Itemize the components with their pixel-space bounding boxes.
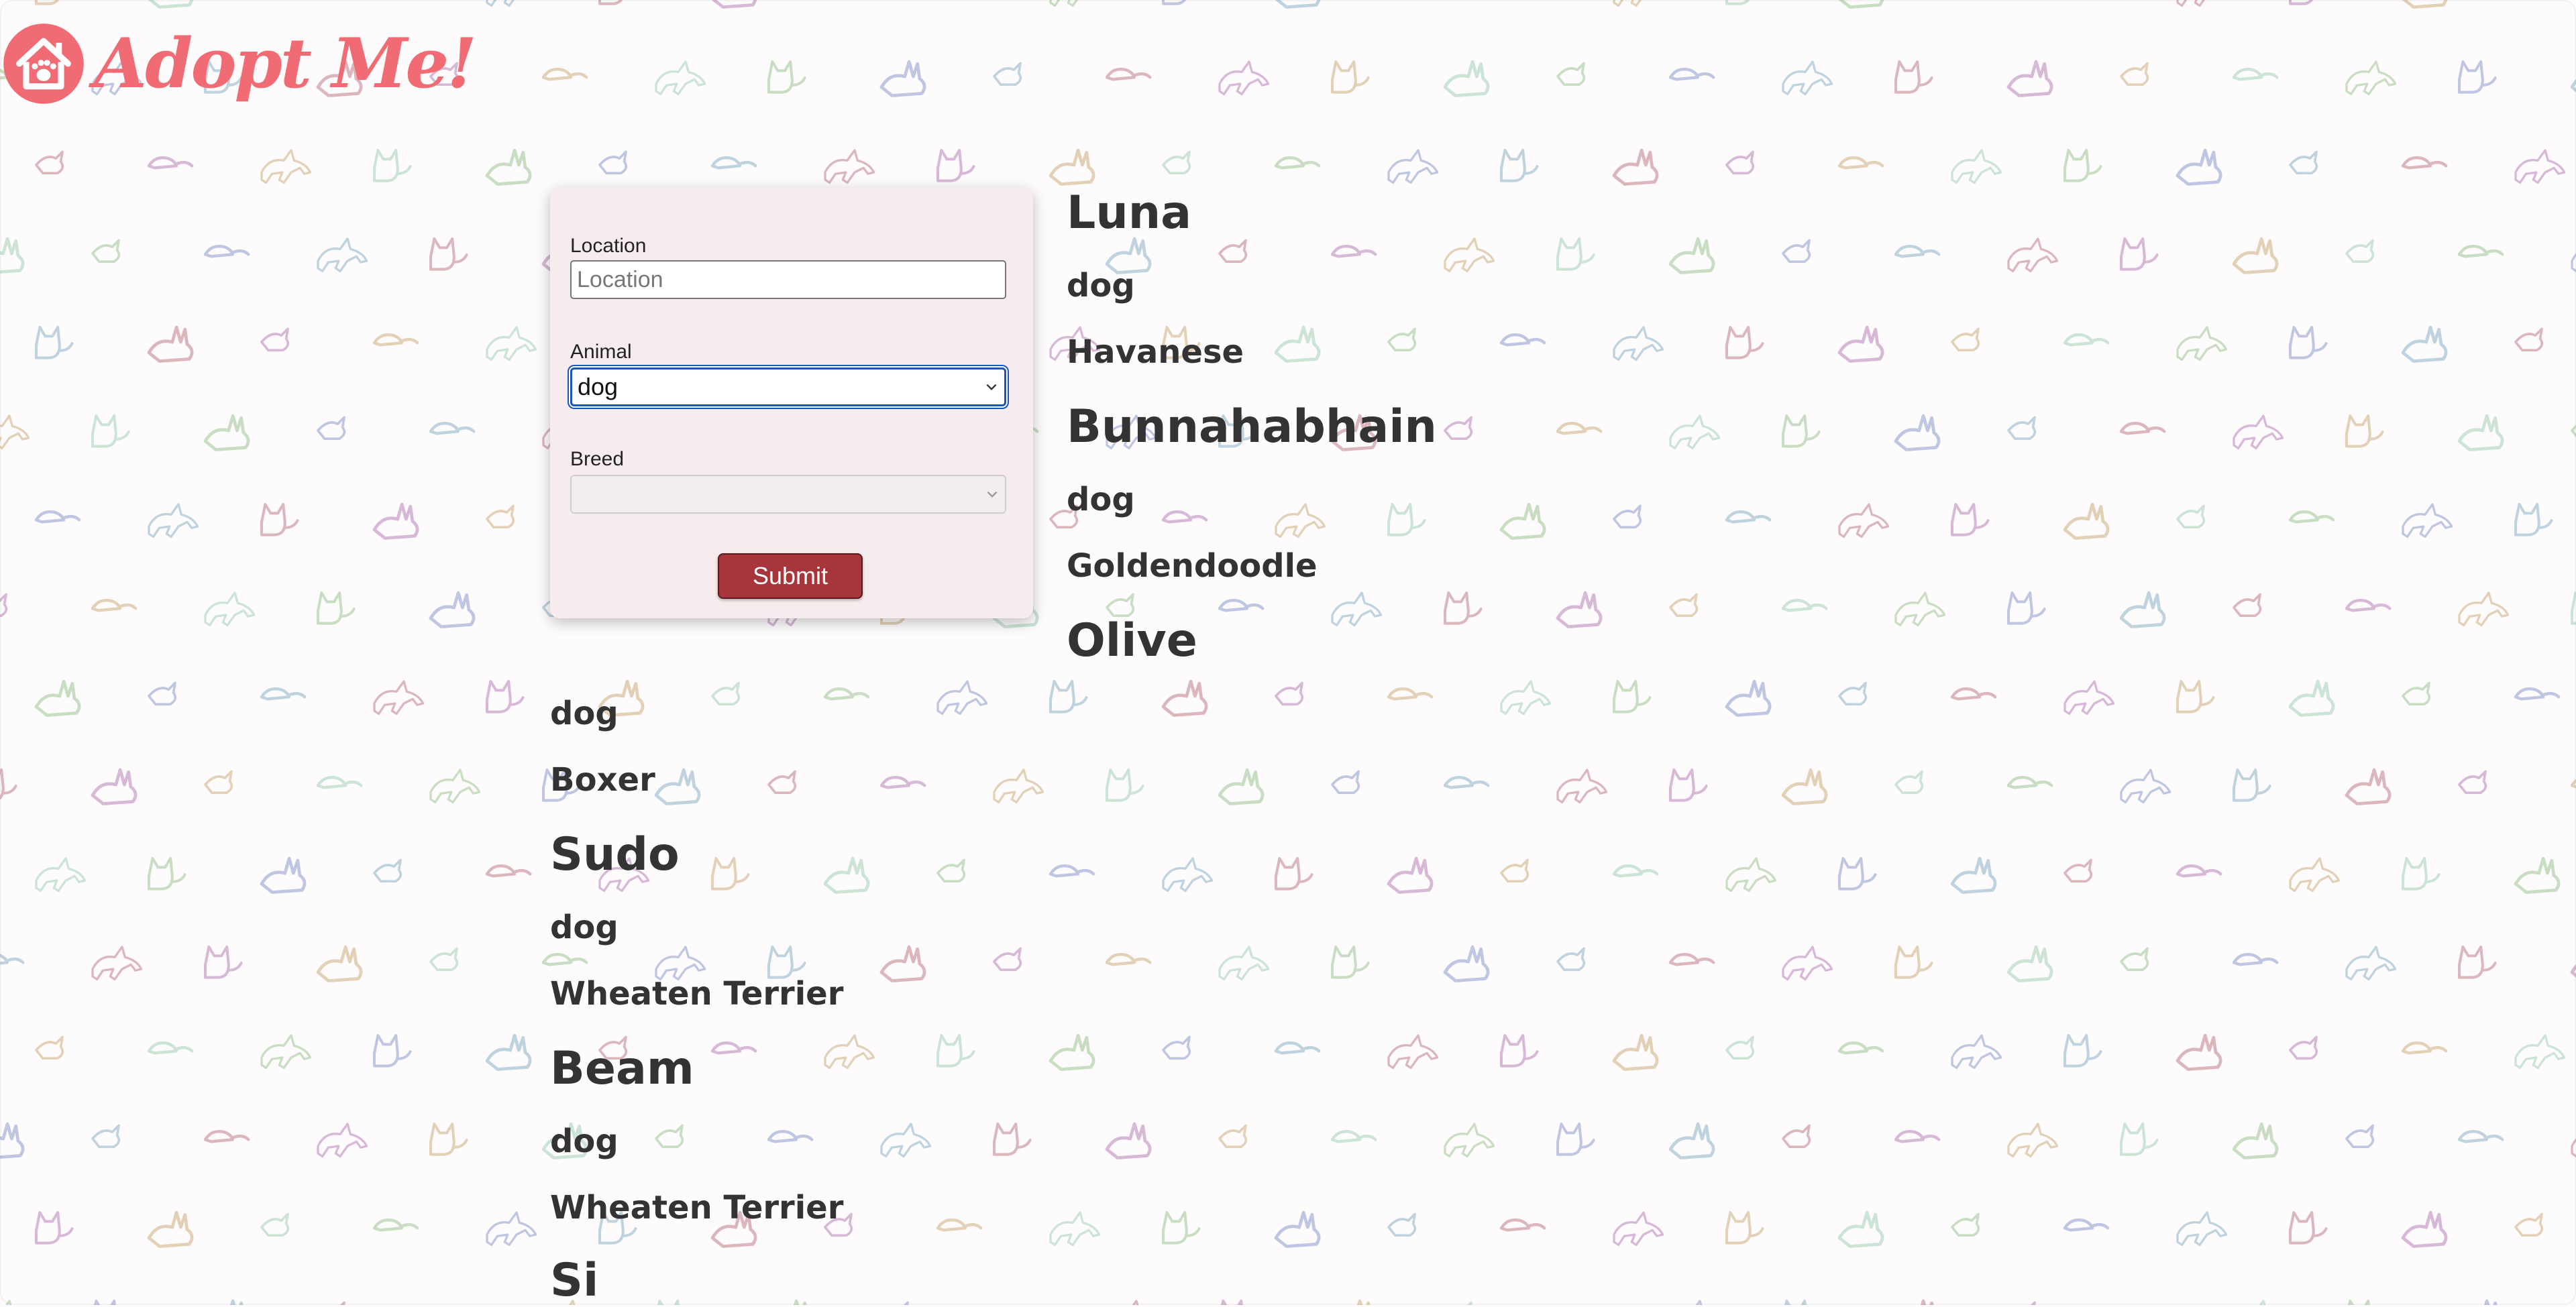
location-placeholder: Location bbox=[577, 266, 663, 292]
pet-name: Olive bbox=[1067, 614, 1197, 667]
pet-breed: Wheaten Terrier bbox=[550, 1189, 844, 1227]
pet-breed: Goldendoodle bbox=[1067, 547, 1318, 585]
pet-animal: dog bbox=[550, 695, 619, 732]
pet-animal: dog bbox=[550, 909, 619, 946]
animal-label: Animal bbox=[570, 341, 632, 363]
pet-name: Luna bbox=[1067, 186, 1192, 239]
pet-breed: Wheaten Terrier bbox=[550, 975, 844, 1013]
submit-button[interactable]: Submit bbox=[718, 553, 863, 599]
location-input[interactable]: Location bbox=[570, 260, 1006, 299]
pet-animal: dog bbox=[550, 1123, 619, 1160]
breed-label: Breed bbox=[570, 448, 625, 470]
pet-animal: dog bbox=[1067, 481, 1135, 518]
pet-breed: Havanese bbox=[1067, 333, 1244, 371]
pet-breed: Boxer bbox=[550, 761, 655, 799]
brand-name: Adopt Me! bbox=[94, 23, 477, 104]
search-form: Location Location Animal dog Breed Submi… bbox=[550, 188, 1033, 618]
animal-selected-value: dog bbox=[578, 373, 619, 400]
breed-select[interactable] bbox=[570, 475, 1006, 514]
animal-select[interactable]: dog bbox=[570, 367, 1006, 406]
location-label: Location bbox=[570, 235, 647, 257]
pet-name: Bunnahabhain bbox=[1067, 400, 1437, 453]
site-header: Adopt Me! bbox=[0, 20, 477, 134]
pet-animal: dog bbox=[1067, 267, 1135, 304]
home-logo-link[interactable]: Adopt Me! bbox=[0, 20, 477, 107]
pet-name: Si bbox=[550, 1254, 599, 1307]
house-paw-icon bbox=[3, 23, 84, 104]
animal-pattern-background bbox=[0, 0, 2576, 1305]
pet-name: Beam bbox=[550, 1042, 694, 1095]
pet-name: Sudo bbox=[550, 828, 680, 881]
chevron-down-icon bbox=[987, 491, 998, 498]
chevron-down-icon bbox=[986, 384, 997, 391]
